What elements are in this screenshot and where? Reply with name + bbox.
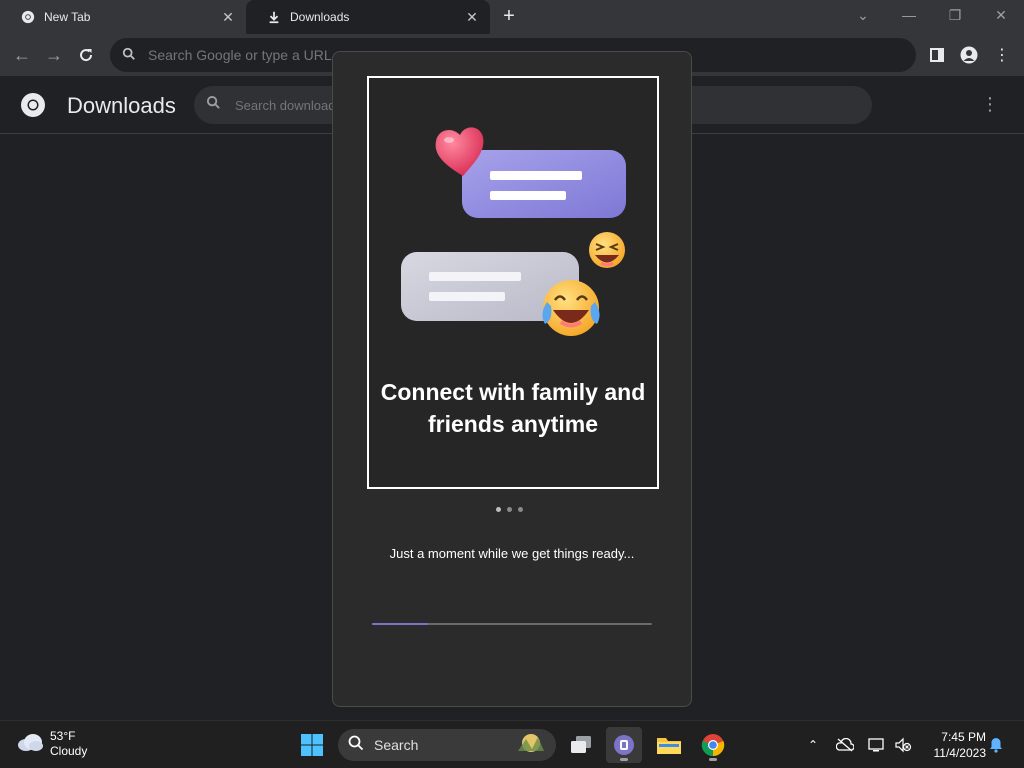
weather-widget[interactable]: 53°F Cloudy [16,729,87,759]
slide-dot[interactable] [507,507,512,512]
restore-button[interactable]: ❐ [932,0,978,30]
tab-strip: New Tab ✕ Downloads ✕ + ⌄ — ❐ ✕ [0,0,1024,34]
progress-bar-fill [372,623,428,625]
side-panel-icon[interactable] [926,44,948,66]
chat-bubble [462,150,626,218]
slide-title: Connect with family and friends anytime [380,379,646,437]
clock-time: 7:45 PM [941,730,986,744]
more-actions-icon[interactable]: ⋮ [980,94,1000,116]
taskbar: 53°F Cloudy Search ⌃ 7:45 PM 11/4/2023 [0,720,1024,768]
back-arrow-icon[interactable]: ← [9,42,35,68]
search-highlight-icon [514,731,548,760]
volume-muted-icon[interactable] [893,735,913,755]
status-text: Just a moment while we get things ready.… [389,546,635,561]
search-icon [348,735,364,756]
minimize-button[interactable]: — [886,0,932,30]
weather-condition: Cloudy [50,744,88,758]
chrome-icon[interactable] [695,727,731,763]
onboarding-slide: Connect with family and friends anytime [367,76,659,489]
progress-bar [372,623,652,625]
chrome-icon [20,9,36,25]
page-title: Downloads [67,93,176,118]
search-icon [122,47,138,63]
setup-dialog: Connect with family and friends anytime … [332,51,692,707]
new-tab-button[interactable]: + [498,6,520,28]
close-tab-icon[interactable]: ✕ [218,7,238,27]
notification-bell-icon[interactable] [986,735,1006,755]
show-hidden-icons-chevron-icon[interactable]: ⌃ [803,735,823,755]
teams-chat-icon[interactable] [606,727,642,763]
file-explorer-icon[interactable] [651,727,687,763]
task-view-icon[interactable] [563,727,599,763]
close-tab-icon[interactable]: ✕ [462,7,482,27]
chrome-menu-icon[interactable]: ⋮ [991,44,1013,66]
slide-dot[interactable] [518,507,523,512]
windows-start-icon[interactable] [294,727,330,763]
tab-new-tab[interactable]: New Tab ✕ [0,0,246,34]
running-indicator [620,758,628,761]
forward-arrow-icon[interactable]: → [41,42,67,68]
cloud-icon [16,732,44,757]
close-window-button[interactable]: ✕ [978,0,1024,30]
reload-icon[interactable] [73,42,99,68]
tab-title: New Tab [44,10,91,24]
taskbar-search-box[interactable]: Search [338,729,556,761]
network-icon[interactable] [867,735,887,755]
chat-illustration [401,127,626,336]
download-icon [266,9,282,25]
search-icon [206,95,221,115]
tab-downloads[interactable]: Downloads ✕ [246,0,490,34]
tab-title: Downloads [290,10,350,24]
laughing-emoji [589,232,625,268]
chrome-logo-icon [20,92,46,118]
weather-temperature: 53°F [50,729,76,743]
slide-indicator [496,507,523,512]
running-indicator [709,758,717,761]
slide-dot[interactable] [496,507,501,512]
clock-date: 11/4/2023 [933,746,987,760]
onedrive-icon[interactable] [835,735,855,755]
taskbar-search-label: Search [374,737,419,753]
tab-search-chevron-icon[interactable]: ⌄ [840,0,886,30]
taskbar-clock[interactable]: 7:45 PM 11/4/2023 [920,729,987,761]
profile-avatar-icon[interactable] [958,44,980,66]
